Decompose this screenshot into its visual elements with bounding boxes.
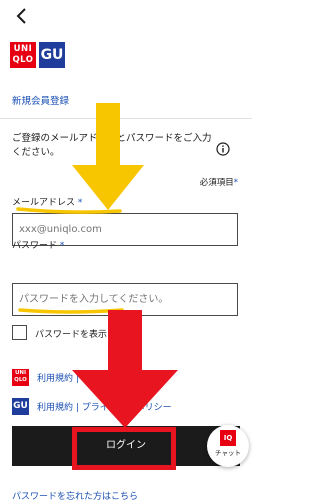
password-label: パスワード * [12,241,65,251]
brand-logos: UNI QLO GU [10,42,65,68]
uniqlo-logo: UNI QLO [10,42,36,68]
register-link[interactable]: 新規会員登録 [12,93,69,107]
info-icon[interactable] [216,142,230,156]
uniqlo-terms-row: UNI QLO 利用規約 | プライバシーポリシー [12,369,172,386]
forgot-password-link[interactable]: パスワードを忘れた方はこちら [12,489,138,500]
back-chevron-icon[interactable] [12,6,32,26]
login-highlight-frame [72,427,176,470]
required-fields-note: 必須項目* [199,178,238,188]
uniqlo-terms-link[interactable]: 利用規約 | プライバシーポリシー [37,371,172,384]
password-field[interactable] [12,283,238,316]
uniqlo-mini-logo: UNI QLO [12,369,29,386]
intro-text: ご登録のメールアドレスとパスワードをご入力ください。 [12,133,212,158]
gu-logo: GU [39,42,65,68]
email-underline [16,207,122,214]
show-password-checkbox[interactable] [12,325,27,340]
chat-label: チャット [215,449,241,457]
gu-terms-row: GU 利用規約 | プライバシーポリシー [12,398,172,415]
chat-badge: IQ [220,430,236,446]
chat-button[interactable]: IQ チャット [207,425,249,467]
email-label: メールアドレス * [12,198,83,208]
divider [0,118,252,119]
show-password-label[interactable]: パスワードを表示 [35,327,107,340]
gu-mini-logo: GU [12,398,29,415]
gu-terms-link[interactable]: 利用規約 | プライバシーポリシー [37,400,172,413]
